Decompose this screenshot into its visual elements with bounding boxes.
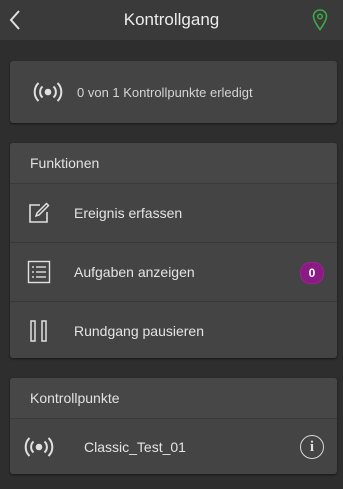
- checkpoint-label: Classic_Test_01: [84, 439, 186, 455]
- pause-icon: [27, 319, 51, 343]
- show-tasks-item[interactable]: Aufgaben anzeigen 0: [10, 243, 337, 302]
- broadcast-icon: [33, 81, 63, 103]
- progress-text: 0 von 1 Kontrollpunkte erledigt: [77, 84, 253, 100]
- record-event-label: Ereignis erfassen: [74, 205, 183, 221]
- map-pin-icon: [312, 9, 328, 31]
- progress-card: 0 von 1 Kontrollpunkte erledigt: [10, 61, 337, 123]
- pause-round-item[interactable]: Rundgang pausieren: [10, 302, 337, 360]
- map-button[interactable]: [307, 6, 333, 34]
- task-list-icon: [27, 260, 51, 284]
- app-header: Kontrollgang: [0, 0, 343, 40]
- checkpoint-item[interactable]: Classic_Test_01 i: [10, 419, 337, 475]
- edit-icon: [27, 201, 51, 225]
- info-icon[interactable]: i: [300, 435, 324, 459]
- progress-row: 0 von 1 Kontrollpunkte erledigt: [10, 61, 337, 123]
- record-event-item[interactable]: Ereignis erfassen: [10, 184, 337, 243]
- functions-heading: Funktionen: [10, 143, 337, 184]
- task-count-badge: 0: [300, 262, 324, 284]
- show-tasks-label: Aufgaben anzeigen: [74, 264, 195, 280]
- checkpoints-heading: Kontrollpunkte: [10, 378, 337, 419]
- broadcast-icon: [24, 435, 54, 459]
- page-title: Kontrollgang: [123, 10, 220, 29]
- pause-round-label: Rundgang pausieren: [74, 323, 204, 339]
- checkpoints-card: Kontrollpunkte Classic_Test_01 i: [10, 378, 337, 474]
- functions-card: Funktionen Ereignis erfassen Aufgaben an…: [10, 143, 337, 358]
